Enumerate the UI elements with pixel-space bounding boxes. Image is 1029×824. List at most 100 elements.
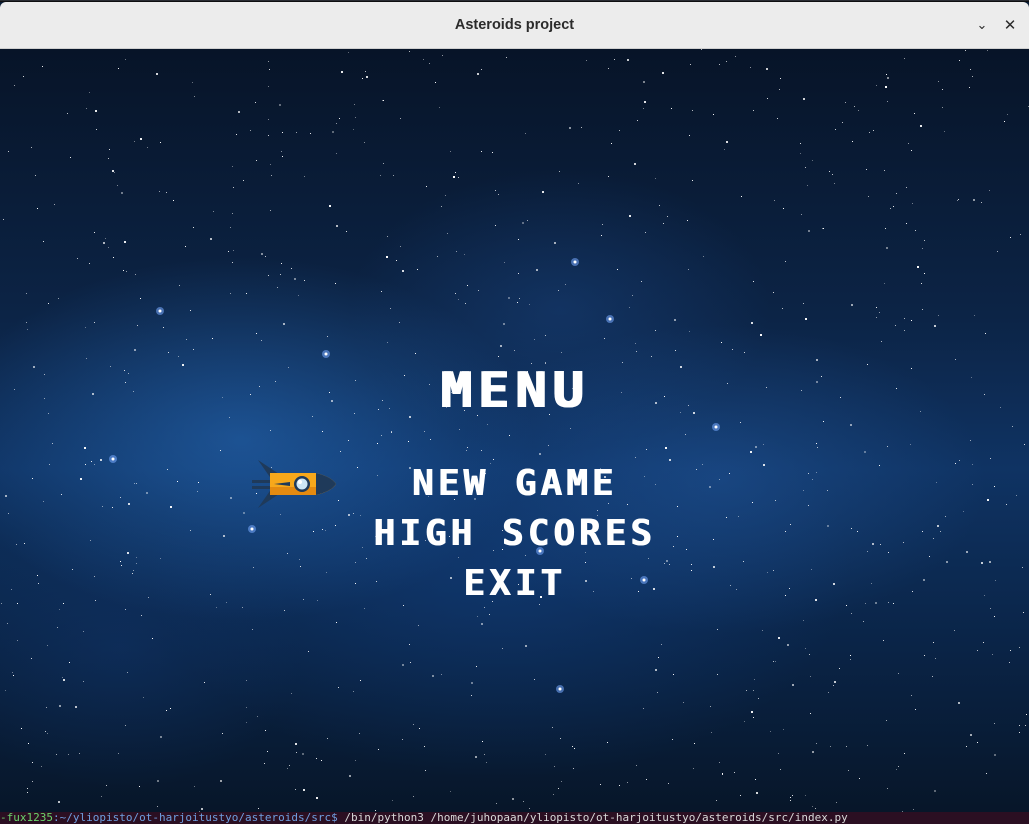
glow-star-core — [111, 457, 115, 461]
star — [339, 118, 340, 119]
star — [101, 796, 102, 797]
star — [629, 307, 630, 308]
star — [26, 293, 27, 294]
star — [753, 281, 754, 282]
star — [424, 746, 425, 747]
star — [170, 708, 171, 709]
star — [890, 208, 891, 209]
star — [898, 766, 899, 767]
close-button[interactable]: ✕ — [999, 14, 1021, 36]
star — [321, 760, 322, 761]
star — [391, 432, 392, 433]
star — [756, 792, 758, 794]
star — [758, 698, 759, 699]
star — [966, 746, 967, 747]
star — [972, 76, 973, 77]
game-canvas[interactable]: MENU NEW GAME HIGH SCORES EXIT — [0, 49, 1029, 812]
star — [644, 101, 646, 103]
star — [817, 447, 818, 448]
menu-item-exit[interactable]: EXIT — [0, 563, 1029, 604]
star — [830, 746, 831, 747]
star — [722, 774, 723, 775]
star — [803, 98, 805, 100]
star — [57, 627, 58, 628]
star — [121, 192, 123, 194]
star — [322, 431, 323, 432]
star — [124, 241, 126, 243]
star — [866, 169, 867, 170]
star — [655, 178, 656, 179]
star — [868, 196, 869, 197]
star — [666, 560, 668, 562]
star — [185, 246, 186, 247]
star — [913, 809, 914, 810]
menu-item-new-game[interactable]: NEW GAME — [0, 463, 1029, 504]
game-window: Asteroids project ⌄ ✕ MENU NEW GAME HIGH… — [0, 2, 1029, 812]
star — [252, 629, 253, 630]
star — [383, 100, 384, 101]
window-titlebar[interactable]: Asteroids project ⌄ ✕ — [0, 2, 1029, 49]
star — [287, 768, 288, 769]
star — [651, 356, 652, 357]
glow-star-core — [608, 317, 612, 321]
star — [805, 167, 806, 168]
star — [523, 801, 524, 802]
star — [365, 71, 366, 72]
star — [493, 459, 494, 460]
star — [634, 163, 636, 165]
star — [659, 205, 660, 206]
star — [232, 213, 233, 214]
star — [854, 106, 855, 107]
star — [17, 640, 18, 641]
star — [924, 655, 925, 656]
star — [1004, 121, 1005, 122]
star — [441, 674, 442, 675]
star — [294, 278, 296, 280]
starfield — [1, 49, 1029, 812]
star — [514, 350, 515, 351]
star — [280, 274, 281, 275]
star — [876, 317, 877, 318]
star — [268, 119, 269, 120]
minimize-button[interactable]: ⌄ — [971, 14, 993, 36]
star — [113, 257, 114, 258]
star — [668, 783, 669, 784]
star — [455, 172, 456, 173]
star — [59, 705, 61, 707]
star — [751, 711, 753, 713]
star — [478, 290, 479, 291]
terminal-command-line: -fux1235:~/yliopisto/ot-harjoitustyo/ast… — [0, 812, 1029, 824]
star — [37, 208, 38, 209]
star — [304, 280, 305, 281]
star — [886, 74, 887, 75]
star — [366, 558, 367, 559]
star — [529, 808, 530, 809]
menu-item-high-scores[interactable]: HIGH SCORES — [0, 513, 1029, 554]
star — [476, 666, 477, 667]
star — [863, 621, 864, 622]
star — [67, 113, 68, 114]
star — [160, 558, 161, 559]
star — [636, 351, 637, 352]
star — [778, 637, 780, 639]
star — [694, 743, 695, 744]
star — [467, 285, 468, 286]
star — [390, 308, 391, 309]
star — [302, 753, 304, 755]
star — [726, 141, 728, 143]
star — [415, 353, 416, 354]
star — [402, 664, 404, 666]
star — [112, 170, 114, 172]
star — [498, 356, 499, 357]
star — [842, 122, 843, 123]
star — [896, 193, 897, 194]
star — [604, 338, 605, 339]
star — [1019, 647, 1020, 648]
star — [441, 206, 442, 207]
star — [766, 68, 768, 70]
star — [904, 318, 905, 319]
star — [904, 330, 905, 331]
star — [743, 561, 744, 562]
star — [139, 786, 140, 787]
star — [296, 132, 297, 133]
